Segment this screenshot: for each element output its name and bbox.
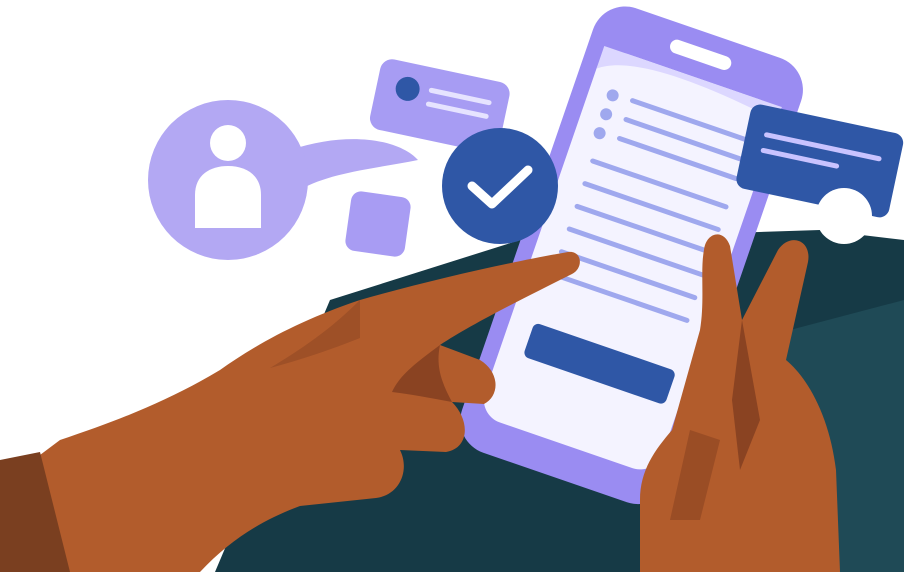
decor-circle [816, 188, 872, 244]
illustration [0, 0, 904, 572]
check-badge [442, 128, 558, 244]
illustration-svg [0, 6, 904, 572]
avatar-bubble-tail [290, 139, 418, 190]
decor-square [345, 191, 411, 257]
